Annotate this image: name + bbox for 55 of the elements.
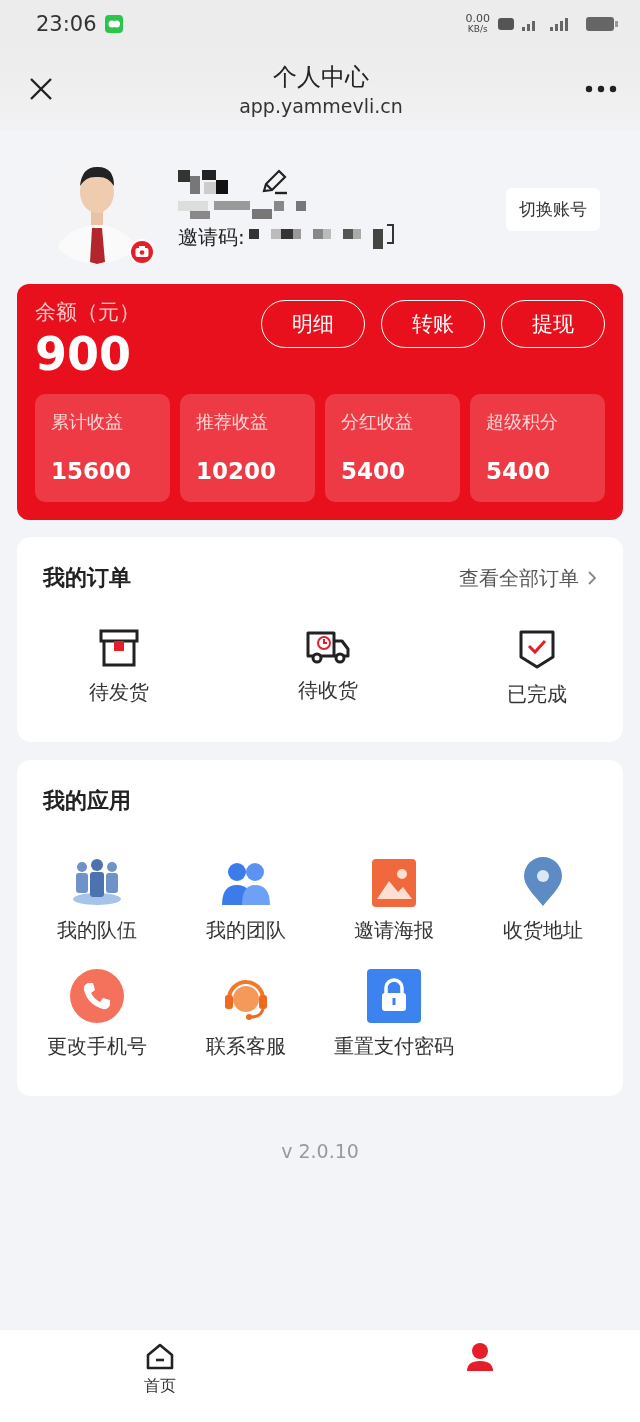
balance-label: 余额（元） (35, 299, 140, 326)
close-icon (29, 77, 53, 101)
edit-pencil-icon[interactable] (260, 167, 290, 197)
clock-time: 23:06 (36, 12, 97, 36)
page-title: 个人中心 (273, 62, 369, 93)
stat-tile[interactable]: 累计收益 15600 (35, 394, 170, 502)
stat-value: 5400 (486, 458, 551, 484)
stat-tile[interactable]: 分红收益 5400 (325, 394, 460, 502)
page-url: app.yammevli.cn (239, 95, 403, 117)
version-text: v 2.0.10 (281, 1140, 359, 1162)
stat-value: 10200 (196, 458, 278, 484)
section-title: 我的订单 (43, 564, 131, 592)
stat-label: 推荐收益 (196, 410, 269, 434)
network-speed-unit: KB/s (467, 24, 488, 35)
invite-code-label: 邀请码: (178, 223, 245, 251)
section-title: 我的应用 (43, 787, 131, 815)
app-shortcut-button[interactable]: 重置支付密码 (320, 968, 469, 1060)
more-icon (585, 85, 617, 93)
view-all-orders-link[interactable]: 查看全部订单 (459, 564, 597, 592)
app-shortcut-button[interactable]: 我的队伍 (23, 852, 172, 944)
switch-account-button[interactable]: 切换账号 (506, 187, 600, 231)
stat-value: 15600 (51, 458, 133, 484)
truck-icon (306, 629, 350, 665)
tab-button[interactable]: 首页 (144, 1342, 176, 1397)
order-status-button[interactable]: 已完成 (507, 629, 567, 708)
stat-label: 分红收益 (341, 410, 414, 434)
chevron-right-icon (587, 570, 597, 586)
app-shortcut-button[interactable]: 我的团队 (171, 852, 320, 944)
location-pin-icon (521, 857, 564, 907)
stat-label: 超级积分 (486, 410, 559, 434)
stat-tile[interactable]: 超级积分 5400 (470, 394, 605, 502)
box-icon (99, 629, 139, 667)
two-people-icon (219, 861, 272, 907)
app-shortcut-button[interactable]: 邀请海报 (320, 852, 469, 944)
user-icon (465, 1342, 495, 1372)
battery-icon (586, 16, 618, 32)
lock-icon (367, 969, 422, 1023)
stat-value: 5400 (341, 458, 406, 484)
image-icon (372, 859, 417, 907)
camera-icon[interactable] (128, 238, 156, 266)
phone-icon (70, 969, 125, 1023)
app-shortcut-button[interactable]: 联系客服 (171, 968, 320, 1060)
order-status-button[interactable]: 待收货 (298, 629, 358, 708)
balance-amount: 900 (35, 326, 133, 382)
stat-tile[interactable]: 推荐收益 10200 (180, 394, 315, 502)
app-shortcut-button[interactable]: 更改手机号 (23, 968, 172, 1060)
app-shortcut-button[interactable]: 收货地址 (468, 852, 617, 944)
checked-tag-icon (518, 629, 556, 669)
blurred-name-drawing (178, 168, 230, 196)
order-status-button[interactable]: 待发货 (89, 629, 149, 708)
chat-app-icon (104, 15, 123, 33)
home-icon (145, 1342, 175, 1372)
tab-button[interactable] (465, 1342, 495, 1372)
network-speed: 0.00 (465, 13, 490, 24)
stat-label: 累计收益 (51, 410, 124, 434)
